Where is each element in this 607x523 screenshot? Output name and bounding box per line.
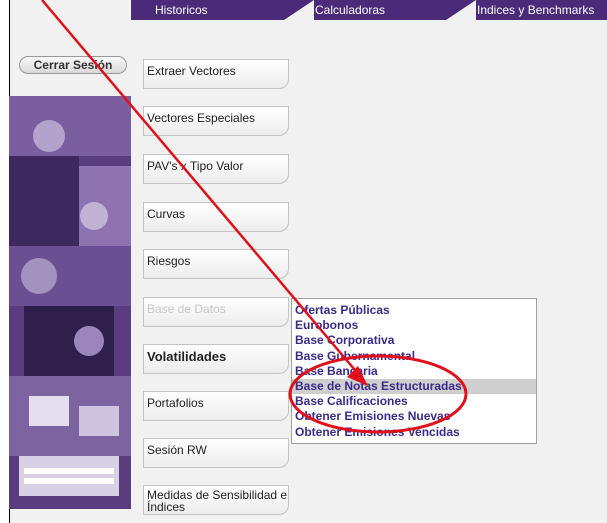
- annotation-arrow-line: [41, 0, 361, 377]
- annotation-circle: [288, 354, 468, 434]
- annotation-overlay: [41, 0, 468, 434]
- annotation-arrow-head: [347, 366, 368, 386]
